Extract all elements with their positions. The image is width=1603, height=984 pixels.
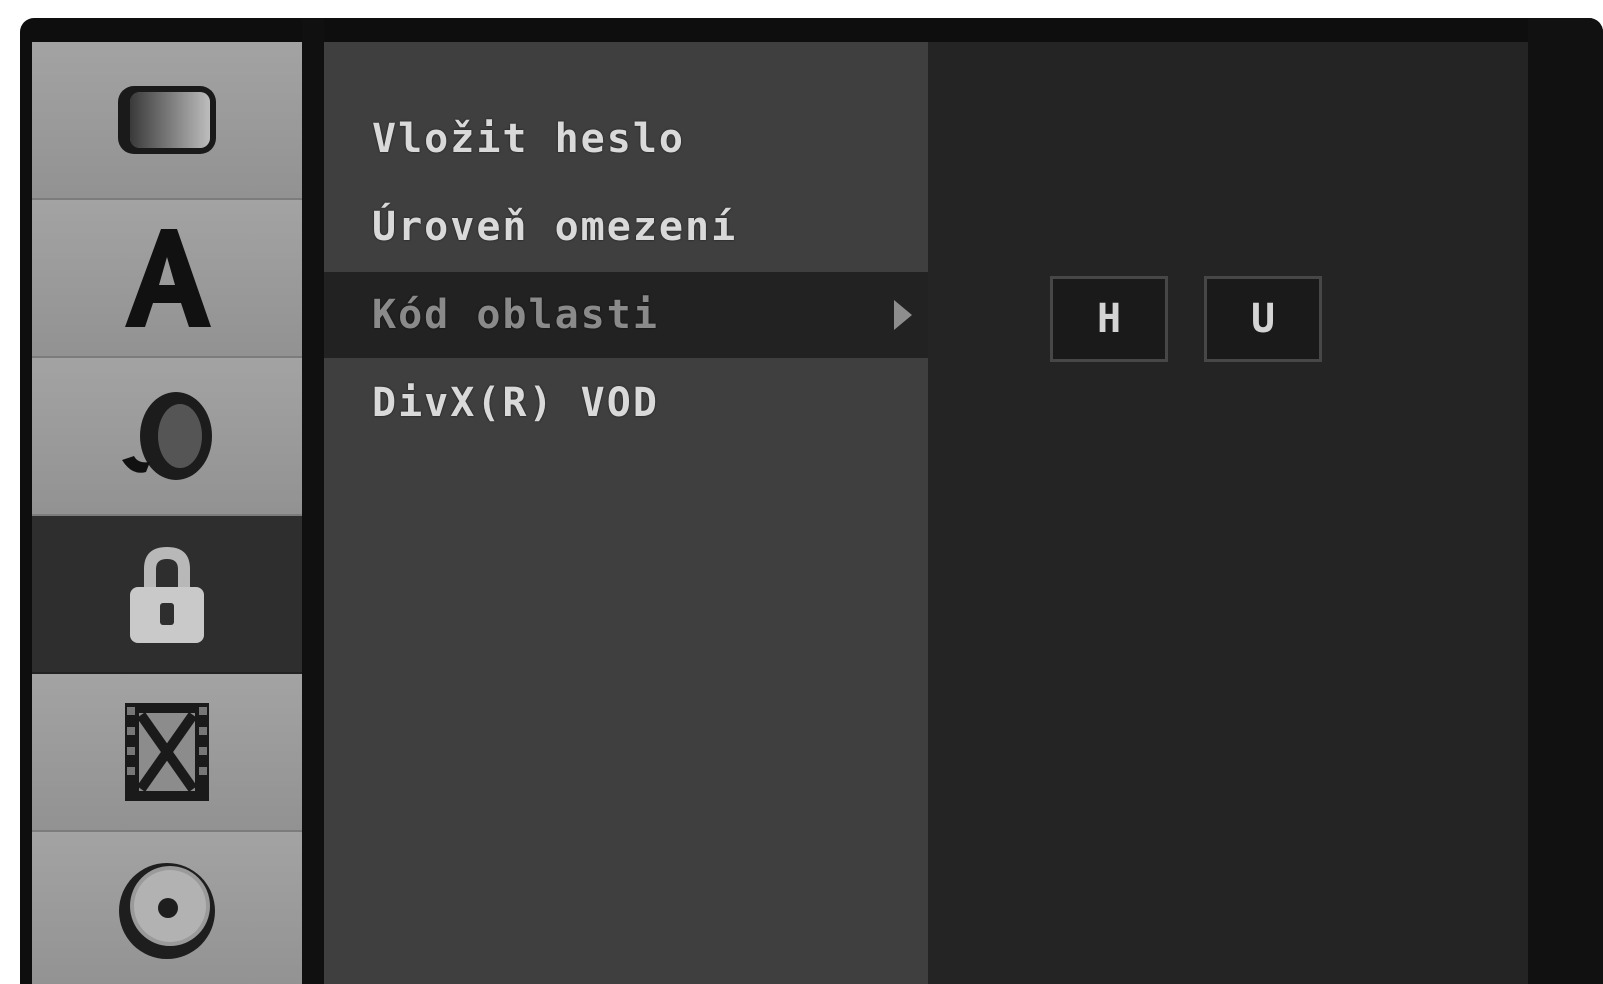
menu-item-divx-vod[interactable]: DivX(R) VOD xyxy=(324,360,928,446)
menu-item-label: Vložit heslo xyxy=(372,116,685,162)
osd-setup-window: Vložit heslo Úroveň omezení Kód oblasti … xyxy=(20,18,1603,984)
region-code-char-label: U xyxy=(1250,296,1276,342)
tv-screen-icon xyxy=(118,86,216,154)
category-language[interactable] xyxy=(32,200,302,358)
film-recording-icon xyxy=(125,703,209,801)
setup-category-sidebar xyxy=(32,42,302,984)
region-code-char-1[interactable]: H xyxy=(1050,276,1168,362)
region-code-char-label: H xyxy=(1096,296,1122,342)
divider xyxy=(302,18,324,984)
menu-item-enter-password[interactable]: Vložit heslo xyxy=(324,96,928,182)
disc-icon xyxy=(119,863,215,959)
language-letter-icon xyxy=(125,229,211,327)
speaker-audio-icon xyxy=(122,392,212,480)
category-disc[interactable] xyxy=(32,832,302,984)
menu-item-region-code[interactable]: Kód oblasti xyxy=(324,272,928,358)
menu-item-rating-level[interactable]: Úroveň omezení xyxy=(324,184,928,270)
category-display[interactable] xyxy=(32,42,302,200)
category-lock[interactable] xyxy=(32,516,302,674)
menu-item-label: Úroveň omezení xyxy=(372,204,738,250)
region-code-panel: H U xyxy=(928,42,1528,984)
lock-icon xyxy=(130,547,204,643)
submenu-arrow-icon xyxy=(894,300,912,330)
region-code-char-2[interactable]: U xyxy=(1204,276,1322,362)
category-recording[interactable] xyxy=(32,674,302,832)
frame-edge xyxy=(1528,18,1603,984)
category-audio[interactable] xyxy=(32,358,302,516)
lock-settings-menu: Vložit heslo Úroveň omezení Kód oblasti … xyxy=(324,42,928,984)
menu-item-label: Kód oblasti xyxy=(372,292,659,338)
menu-item-label: DivX(R) VOD xyxy=(372,380,659,426)
